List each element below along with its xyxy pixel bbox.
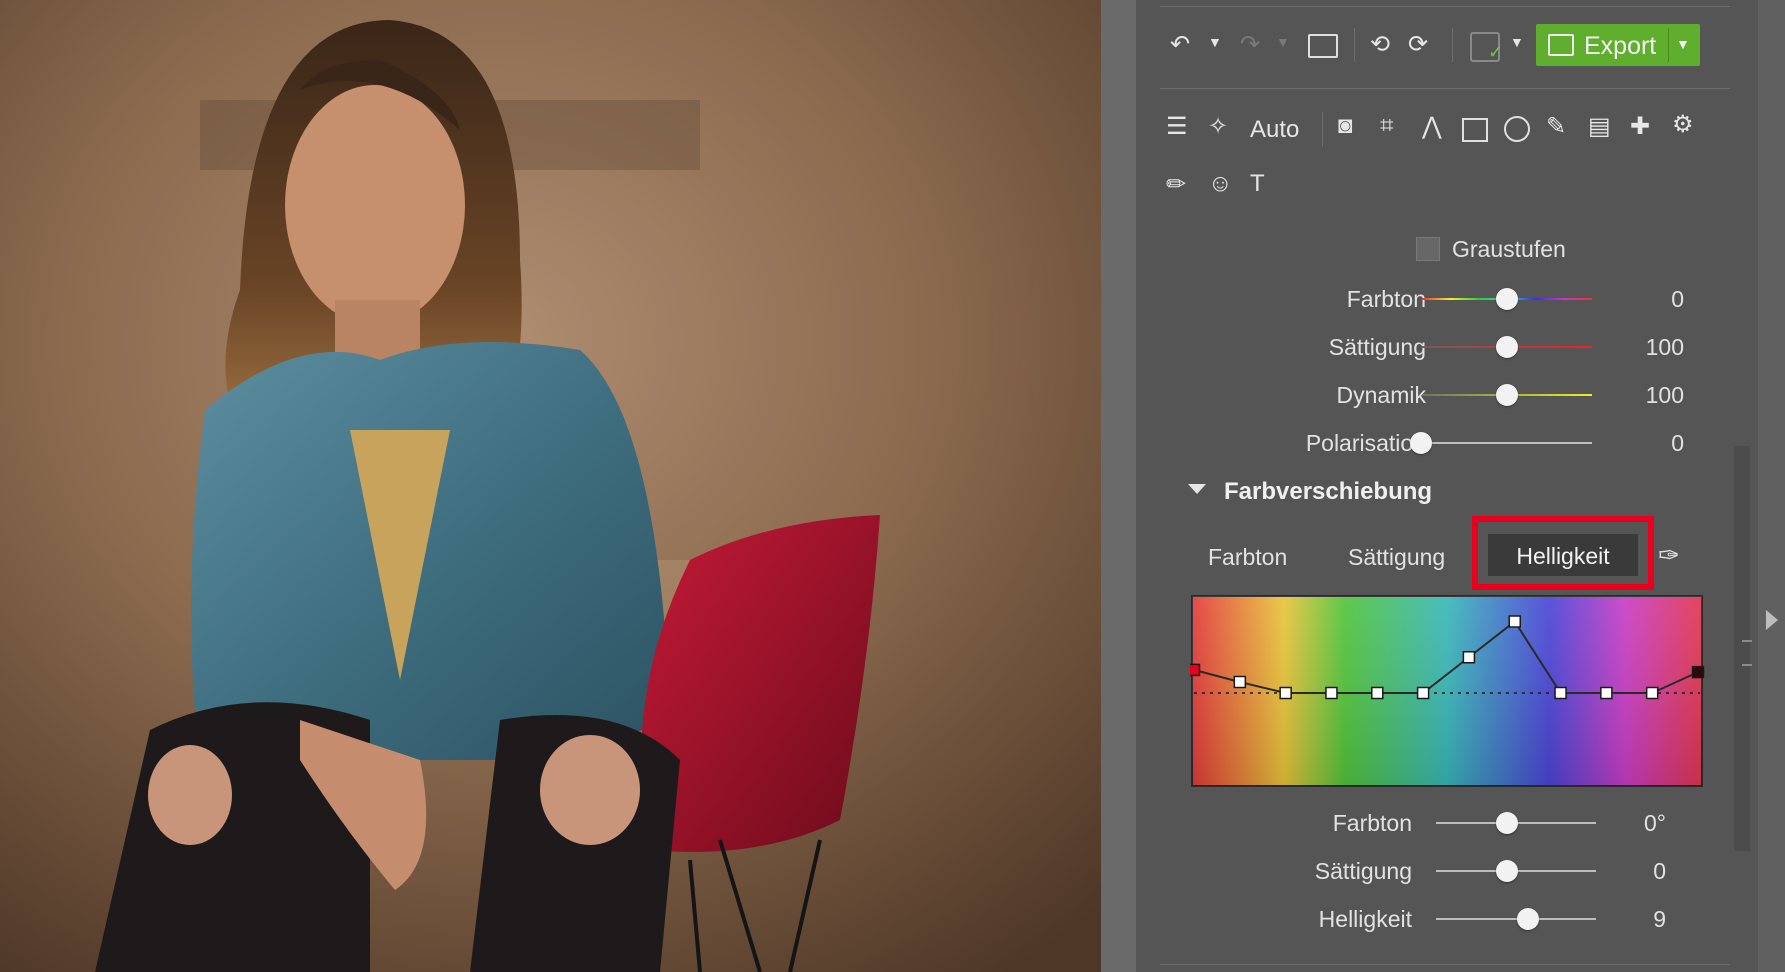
color-shift-curve[interactable] [1190,594,1710,794]
curve-control-point[interactable] [1416,686,1430,700]
curve-control-point[interactable] [1554,686,1567,700]
curve-control-point[interactable] [1508,615,1521,628]
shift-saettigung-label: Sättigung [1314,858,1412,884]
polarisation-knob[interactable] [1410,432,1432,454]
graustufen-label: Graustufen [1452,236,1566,262]
photo-canvas[interactable] [0,0,1101,972]
farbton-knob[interactable] [1496,288,1518,310]
crop-icon[interactable]: ⌗ [1380,112,1394,140]
polarisation-value: 0 [1671,430,1684,456]
tab-farbton[interactable]: Farbton [1208,544,1287,571]
dynamik-value: 100 [1645,382,1684,408]
curve-control-point[interactable] [1371,686,1384,700]
farbton-label: Farbton [1346,286,1426,312]
curve-control-point[interactable] [1233,675,1247,689]
curve-control-point[interactable] [1600,686,1613,700]
brush-icon[interactable]: ✎ [1546,112,1566,141]
gear-icon[interactable]: ⚙ [1672,110,1694,139]
curve-control-point[interactable] [1190,663,1201,677]
export-button[interactable]: Export ▼ [1536,24,1700,66]
frame-icon[interactable] [1462,118,1488,142]
curve-control-point[interactable] [1691,665,1705,679]
shift-helligkeit-knob[interactable] [1517,908,1539,930]
export-dropdown-icon[interactable]: ▼ [1676,36,1690,52]
redo-dropdown-icon[interactable]: ▼ [1276,34,1290,50]
saettigung-value: 100 [1645,334,1684,360]
sliders-icon[interactable]: ☰ [1166,112,1188,141]
top-divider [1160,6,1730,7]
perspective-icon[interactable]: ⋀ [1422,112,1442,141]
text-icon[interactable]: T [1250,170,1265,198]
polarisation-label: Polarisation [1305,430,1426,456]
tab-saettigung[interactable]: Sättigung [1348,544,1445,571]
shift-helligkeit-track[interactable] [1436,918,1596,920]
collapse-panel-icon[interactable] [1766,610,1778,630]
farbton-value: 0 [1671,286,1684,312]
camera-icon[interactable]: ◙ [1338,112,1353,140]
shift-farbton-knob[interactable] [1496,812,1518,834]
toolbar-divider [1160,88,1730,89]
eyedropper-icon[interactable]: ✑ [1658,540,1680,571]
curve-control-point[interactable] [1279,686,1292,700]
circle-icon[interactable] [1504,116,1530,142]
magic-wand-icon[interactable]: ✧ [1208,112,1228,141]
saettigung-knob[interactable] [1496,336,1518,358]
shift-helligkeit-label: Helligkeit [1318,906,1412,932]
undo-dropdown-icon[interactable]: ▼ [1208,34,1222,50]
panel-gutter [1101,0,1136,972]
rotate-right-icon[interactable]: ⟳ [1408,30,1428,59]
curve-control-point[interactable] [1462,651,1476,664]
toolbar-separator [1354,28,1355,62]
polarisation-track[interactable] [1422,442,1592,444]
dynamik-knob[interactable] [1496,384,1518,406]
gradient-icon[interactable]: ▤ [1588,112,1611,141]
curve-control-point[interactable] [1645,686,1659,700]
adjustments-panel: ↶ ▼ ↷ ▼ ⟲ ⟳ ✓ ▼ Export ▼ ☰ ✧ Auto ◙ ⌗ ⋀ … [1136,0,1785,972]
save-check-icon: ✓ [1488,42,1504,62]
pencil-icon[interactable]: ✏ [1166,170,1186,199]
portrait-photo [0,0,1101,972]
export-divider [1668,28,1669,62]
toolbar-separator [1322,112,1323,146]
toolbar-separator [1452,28,1453,62]
farbverschiebung-title[interactable]: Farbverschiebung [1224,478,1432,506]
spectrum-shading [1192,596,1702,786]
tab-helligkeit-label: Helligkeit [1516,543,1610,569]
image-icon[interactable] [1308,34,1338,58]
curve-control-point[interactable] [1325,686,1338,700]
export-icon [1548,34,1574,56]
redo-icon[interactable]: ↷ [1240,30,1260,59]
shift-saettigung-value: 0 [1653,858,1666,884]
shift-saettigung-knob[interactable] [1496,860,1518,882]
dynamik-label: Dynamik [1336,382,1426,408]
rotate-left-icon[interactable]: ⟲ [1370,30,1390,59]
undo-icon[interactable]: ↶ [1170,30,1190,59]
collapse-chevron-icon[interactable] [1188,484,1206,494]
shift-helligkeit-value: 9 [1653,906,1666,932]
mask-icon[interactable]: ☺ [1208,170,1233,198]
saettigung-label: Sättigung [1328,334,1426,360]
export-label: Export [1584,32,1657,60]
shift-farbton-value: 0° [1644,810,1666,836]
panel-edge [1758,0,1785,972]
shift-farbton-label: Farbton [1332,810,1412,836]
bandage-icon[interactable]: ✚ [1630,112,1650,141]
resize-grip-icon[interactable] [1742,640,1752,666]
auto-button[interactable]: Auto [1250,116,1299,144]
bottom-divider [1160,964,1730,965]
save-dropdown-icon[interactable]: ▼ [1510,34,1524,50]
tab-helligkeit[interactable]: Helligkeit [1488,534,1638,576]
graustufen-checkbox[interactable] [1416,237,1440,261]
